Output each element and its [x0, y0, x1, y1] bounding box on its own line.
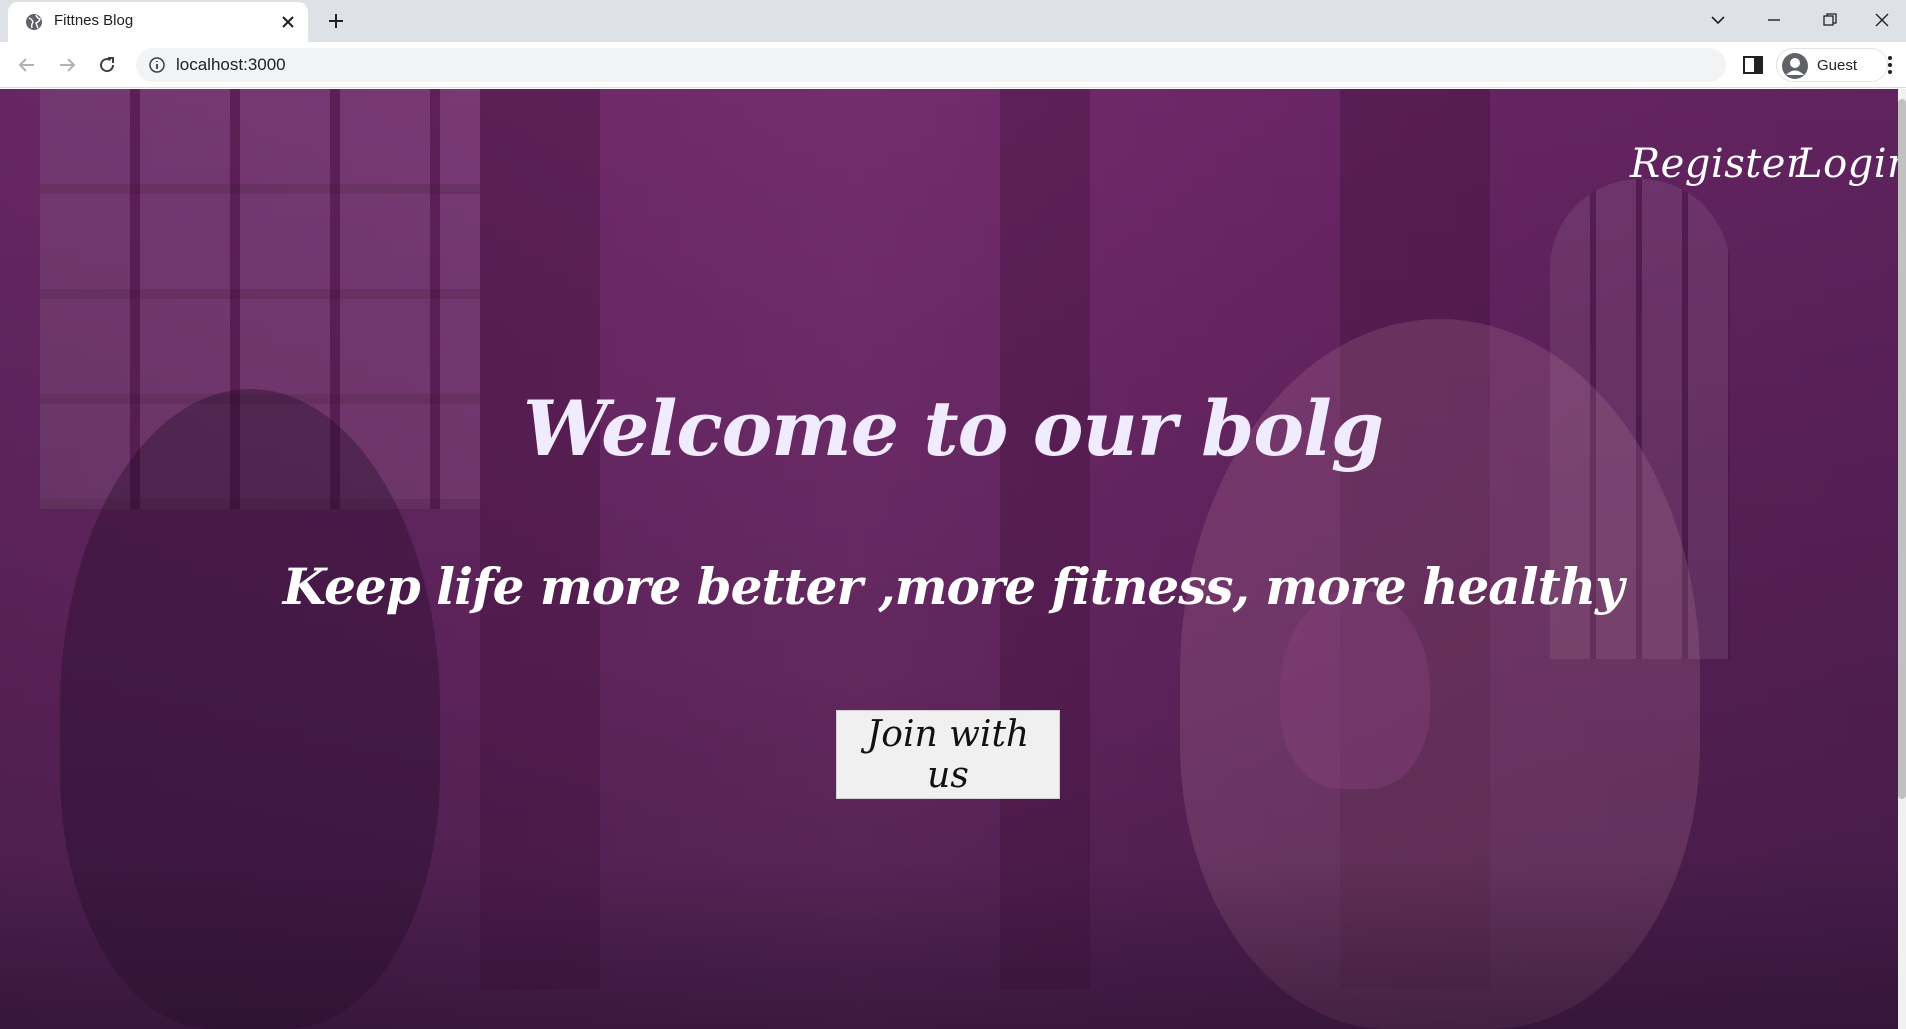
info-icon[interactable] — [148, 56, 166, 74]
minimize-icon[interactable] — [1748, 0, 1800, 40]
hero-photo-pillar — [1000, 89, 1090, 989]
tab-search-icon[interactable] — [1692, 0, 1744, 40]
side-panel-icon[interactable] — [1742, 54, 1764, 76]
browser-toolbar: localhost:3000 Guest — [0, 42, 1906, 88]
browser-tabstrip: Fittnes Blog — [0, 0, 1906, 42]
register-link[interactable]: Register — [1630, 141, 1806, 187]
kebab-menu-icon[interactable] — [1882, 52, 1898, 78]
globe-icon — [26, 14, 42, 30]
hero-photo-figure — [1280, 589, 1430, 789]
restore-icon[interactable] — [1804, 0, 1856, 40]
join-button[interactable]: Join with us — [836, 710, 1060, 799]
address-bar[interactable]: localhost:3000 — [136, 48, 1726, 82]
back-icon[interactable] — [12, 50, 42, 80]
hero-photo-floor — [0, 859, 1906, 1029]
url-text: localhost:3000 — [176, 55, 286, 74]
page-viewport: Register Login Welcome to our bolg Keep … — [0, 89, 1906, 1029]
new-tab-icon[interactable] — [322, 9, 350, 33]
close-window-icon[interactable] — [1856, 0, 1906, 40]
avatar-icon — [1782, 53, 1808, 79]
profile-button[interactable]: Guest — [1776, 48, 1888, 82]
hero-photo-pillar — [480, 89, 600, 989]
browser-tab[interactable]: Fittnes Blog — [8, 2, 308, 42]
reload-icon[interactable] — [92, 50, 122, 80]
close-tab-icon[interactable] — [278, 12, 298, 32]
hero-subtitle: Keep life more better ,more fitness, mor… — [282, 557, 1624, 616]
forward-icon[interactable] — [52, 50, 82, 80]
login-link[interactable]: Login — [1796, 141, 1906, 187]
hero-title: Welcome to our bolg — [522, 384, 1384, 473]
scrollbar[interactable] — [1898, 89, 1906, 1029]
tab-title: Fittnes Blog — [54, 12, 134, 29]
scrollbar-thumb[interactable] — [1898, 99, 1906, 799]
profile-label: Guest — [1817, 57, 1858, 74]
